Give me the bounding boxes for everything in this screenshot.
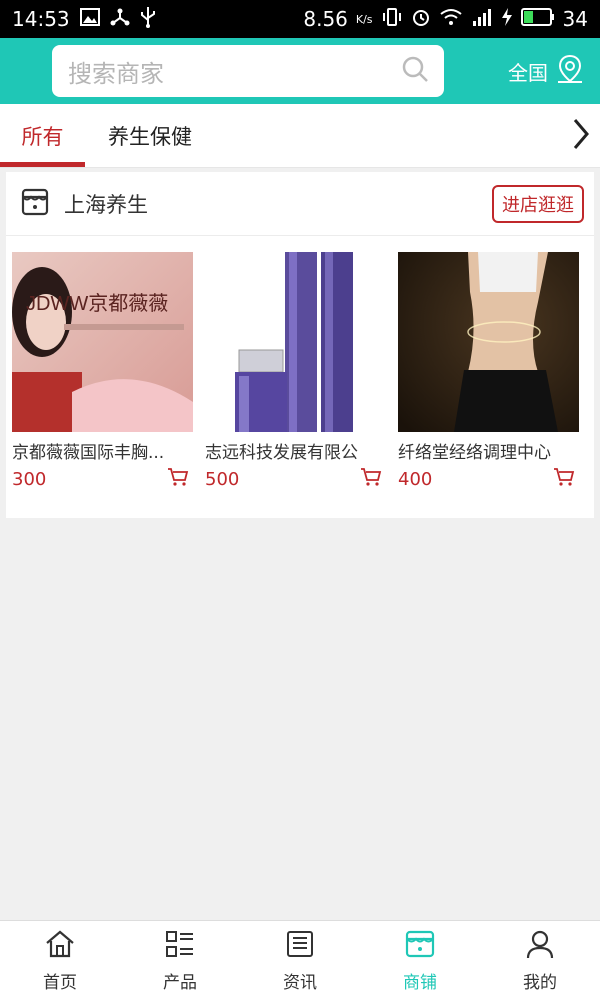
product-image[interactable]: JDWW京都薇薇 — [12, 252, 193, 432]
bottom-nav: 首页 产品 资讯 商铺 我的 — [0, 920, 600, 1000]
store-icon — [404, 929, 436, 964]
cart-icon[interactable] — [360, 467, 382, 491]
cart-icon[interactable] — [167, 467, 189, 491]
usb-icon — [140, 6, 156, 33]
product-item[interactable]: 纤络堂经络调理中心 400 — [398, 252, 579, 491]
product-image[interactable] — [398, 252, 579, 432]
share-icon — [110, 7, 130, 32]
header-bar: 搜索商家 全国 — [0, 38, 600, 104]
product-name: 京都薇薇国际丰胸... — [12, 443, 165, 463]
charging-icon — [501, 7, 513, 32]
nav-me[interactable]: 我的 — [480, 921, 600, 1000]
wifi-icon — [439, 7, 463, 31]
nav-stores[interactable]: 商铺 — [360, 921, 480, 1000]
visit-shop-button[interactable]: 进店逛逛 — [492, 184, 584, 223]
nav-products[interactable]: 产品 — [120, 921, 240, 1000]
search-input[interactable]: 搜索商家 — [52, 45, 444, 97]
nav-news[interactable]: 资讯 — [240, 921, 360, 1000]
product-price: 400 — [398, 468, 433, 490]
user-icon — [524, 929, 556, 964]
chevron-right-icon[interactable] — [570, 116, 592, 156]
product-name: 纤络堂经络调理中心 — [398, 443, 551, 463]
nav-label: 首页 — [43, 972, 77, 993]
product-price: 300 — [12, 468, 47, 490]
network-speed: 8.56 — [303, 7, 348, 31]
news-icon — [284, 929, 316, 964]
store-icon — [20, 187, 50, 221]
product-list: JDWW京都薇薇 京都薇薇国际丰胸... 300 志远科技发展有限公 500 纤… — [6, 236, 594, 491]
region-selector[interactable]: 全国 — [508, 54, 584, 89]
alarm-icon — [411, 7, 431, 32]
signal-icon — [471, 7, 493, 32]
nav-label: 商铺 — [403, 972, 437, 993]
network-speed-unit: K/s — [355, 12, 373, 26]
nav-home[interactable]: 首页 — [0, 921, 120, 1000]
category-tabs: 所有 养生保健 — [0, 104, 600, 168]
cart-icon[interactable] — [553, 467, 575, 491]
home-icon — [44, 929, 76, 964]
vibrate-icon — [381, 7, 403, 32]
shop-header: 上海养生 进店逛逛 — [6, 172, 594, 236]
product-item[interactable]: JDWW京都薇薇 京都薇薇国际丰胸... 300 — [12, 252, 193, 491]
tab-label: 养生保健 — [108, 124, 192, 149]
product-name: 志远科技发展有限公 — [205, 443, 358, 463]
nav-label: 资讯 — [283, 972, 317, 993]
shop-name: 上海养生 — [64, 192, 148, 217]
product-image-brand-text: JDWW京都薇薇 — [26, 292, 168, 315]
product-image[interactable] — [205, 252, 386, 432]
tab-health-care[interactable]: 养生保健 — [85, 104, 215, 167]
search-placeholder: 搜索商家 — [68, 59, 164, 88]
nav-label: 我的 — [523, 972, 557, 993]
shop-card: 上海养生 进店逛逛 JDWW京都薇薇 京都薇薇国际丰胸... 300 志远科技发… — [6, 172, 594, 518]
tab-label: 所有 — [21, 124, 64, 149]
image-icon — [79, 7, 100, 31]
battery-level: 34 — [562, 7, 588, 31]
list-icon — [164, 929, 196, 964]
status-time: 14:53 — [12, 7, 70, 31]
product-item[interactable]: 志远科技发展有限公 500 — [205, 252, 386, 491]
tab-all[interactable]: 所有 — [0, 104, 85, 167]
battery-icon — [520, 7, 555, 31]
product-price: 500 — [205, 468, 240, 490]
location-pin-icon — [556, 54, 584, 89]
region-label: 全国 — [508, 60, 548, 85]
search-icon[interactable] — [400, 54, 430, 88]
status-bar: 14:53 8.56 K/s 34 — [0, 0, 600, 38]
nav-label: 产品 — [163, 972, 197, 993]
